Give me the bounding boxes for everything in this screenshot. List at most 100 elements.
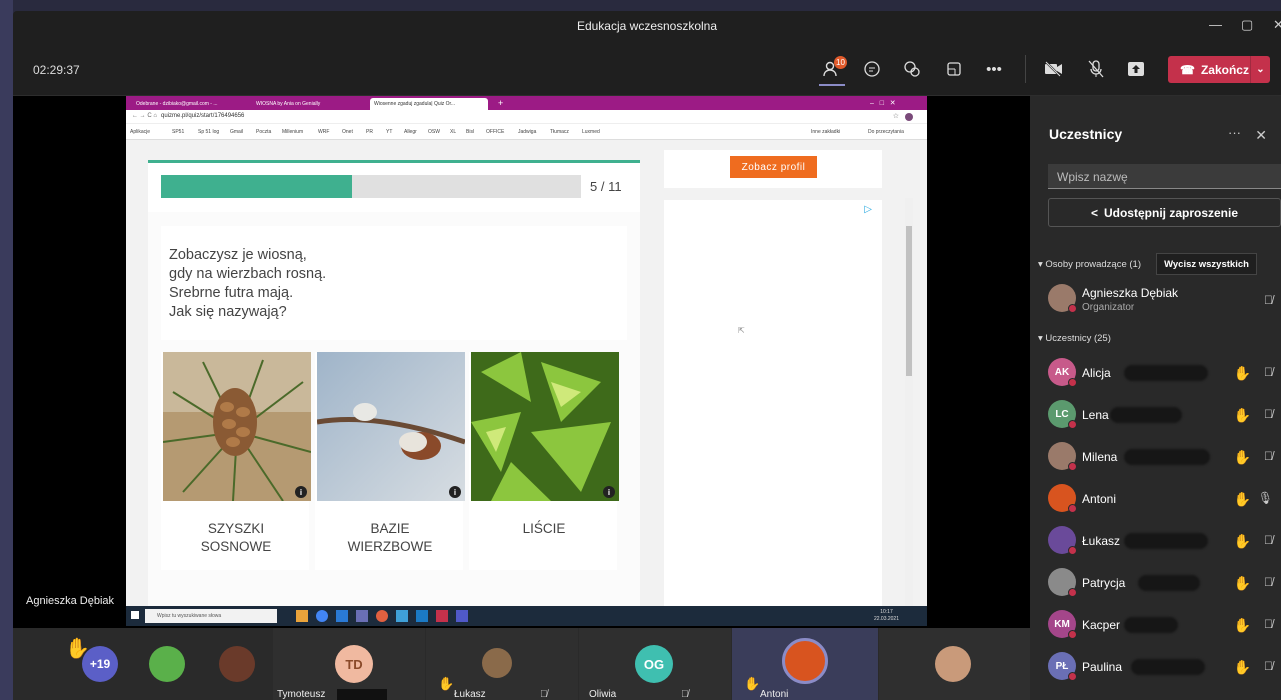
ad-choices-icon[interactable]: ▷ xyxy=(864,204,872,215)
participant-row[interactable]: Patrycja ✋ 🎙̸ xyxy=(1048,568,1281,598)
browser-tab[interactable]: Odebrane - dzibiako@gmail.com - ... xyxy=(132,98,244,110)
app-icon[interactable] xyxy=(356,610,368,622)
windows-start-icon[interactable] xyxy=(131,611,139,619)
bookmark[interactable]: SP51 xyxy=(172,129,184,135)
answer-label: BAZIE WIERZBOWE xyxy=(347,521,433,554)
outlook-icon[interactable] xyxy=(416,610,428,622)
tile-name: Łukasz xyxy=(454,689,486,700)
browser-window-controls-icon[interactable]: – □ ✕ xyxy=(866,98,900,110)
participants-button[interactable]: 10 xyxy=(821,56,847,80)
page-scrollbar[interactable] xyxy=(905,198,913,606)
bookmark[interactable]: Allegr xyxy=(404,129,417,135)
share-invite-button[interactable]: < Udostępnij zaproszenie xyxy=(1048,198,1281,227)
answer-option-1[interactable]: i SZYSZKI SOSNOWE xyxy=(161,352,312,570)
bookmark[interactable]: YT xyxy=(386,129,392,135)
browser-tab[interactable]: WIOSNA by Ania on Genially xyxy=(252,98,362,110)
video-tile[interactable] xyxy=(879,628,1030,700)
participant-row[interactable]: Łukasz ✋ 🎙̸ xyxy=(1048,526,1281,556)
answer-option-3[interactable]: i LIŚCIE xyxy=(469,352,619,570)
more-options-icon[interactable]: ··· xyxy=(1228,125,1241,140)
new-tab-icon[interactable]: + xyxy=(494,98,507,110)
question-counter: 5 / 11 xyxy=(590,179,622,194)
participant-name: Paulina xyxy=(1082,660,1123,674)
bookmark[interactable]: Gmail xyxy=(230,129,243,135)
bookmark[interactable]: Sp 51 log xyxy=(198,129,219,135)
browser-tab-active[interactable]: Wiosenne zgaduj zgadula| Quiz Or... xyxy=(370,98,488,110)
mute-all-button[interactable]: Wycisz wszystkich xyxy=(1156,253,1257,275)
chevron-down-icon[interactable]: ⌄ xyxy=(1250,56,1270,83)
minimize-icon[interactable]: — xyxy=(1209,17,1222,32)
app-icon[interactable] xyxy=(376,610,388,622)
mic-off-icon: 🎙̸ xyxy=(540,689,548,700)
participant-row[interactable]: Milena ✋ 🎙̸ xyxy=(1048,442,1281,472)
avatar: LC xyxy=(1048,400,1077,429)
bookmark[interactable]: XL xyxy=(450,129,456,135)
reactions-icon[interactable] xyxy=(901,58,923,80)
bookmark[interactable]: Aplikacje xyxy=(130,129,150,135)
participant-row[interactable]: LC Lena ✋ 🎙̸ xyxy=(1048,400,1281,430)
info-icon[interactable]: i xyxy=(449,486,461,498)
quiz-card: 5 / 11 Zobaczysz je wiosną, gdy na wierz… xyxy=(148,160,640,606)
participant-search-input[interactable]: Wpisz nazwę xyxy=(1048,164,1281,189)
attendees-section-header[interactable]: ▾ Uczestnicy (25) xyxy=(1038,333,1111,344)
app-icon[interactable] xyxy=(396,610,408,622)
share-invite-label: Udostępnij zaproszenie xyxy=(1103,205,1239,220)
rooms-icon[interactable] xyxy=(943,58,965,80)
bookmark-star-icon[interactable]: ☆ xyxy=(893,112,899,120)
participant-row[interactable]: Antoni ✋ 🎙 xyxy=(1048,484,1281,514)
bookmark[interactable]: PR xyxy=(366,129,373,135)
avatar[interactable] xyxy=(149,646,185,682)
answer-option-2[interactable]: i BAZIE WIERZBOWE xyxy=(315,352,466,570)
bookmark[interactable]: Millenium xyxy=(282,129,303,135)
presenters-section-header[interactable]: ▾ Osoby prowadzące (1) xyxy=(1038,259,1141,270)
explorer-icon[interactable] xyxy=(296,610,308,622)
app-icon[interactable] xyxy=(436,610,448,622)
app-icon[interactable] xyxy=(336,610,348,622)
share-screen-icon[interactable] xyxy=(1125,58,1147,80)
bookmark[interactable]: OSW xyxy=(428,129,440,135)
info-icon[interactable]: i xyxy=(603,486,615,498)
profile-avatar[interactable] xyxy=(905,113,913,121)
mouse-cursor-icon: ⇱ xyxy=(738,326,745,335)
bookmark[interactable]: Do przeczytania xyxy=(868,129,904,135)
bookmark[interactable]: WRF xyxy=(318,129,329,135)
bookmark[interactable]: Poczta xyxy=(256,129,271,135)
end-call-button[interactable]: ☎ Zakończ ⌄ xyxy=(1168,56,1270,83)
camera-off-icon[interactable] xyxy=(1043,58,1065,80)
teams-icon[interactable] xyxy=(456,610,468,622)
video-tile[interactable]: OG Oliwia 🎙̸ xyxy=(579,628,731,700)
maximize-icon[interactable]: ▢ xyxy=(1241,17,1253,33)
avatar: AK xyxy=(1048,358,1077,387)
participant-row[interactable]: KM Kacper ✋ 🎙̸ xyxy=(1048,610,1281,640)
divider xyxy=(1025,55,1026,83)
avatar[interactable] xyxy=(219,646,255,682)
url-field[interactable]: quizme.pl/quiz/start/176494656 xyxy=(161,113,244,119)
video-tile-active-speaker[interactable]: ✋ Antoni xyxy=(732,628,878,700)
bookmark[interactable]: Jadwiga xyxy=(518,129,536,135)
close-panel-icon[interactable]: ✕ xyxy=(1255,127,1267,144)
participant-row[interactable]: PŁ Paulina ✋ 🎙̸ xyxy=(1048,652,1281,682)
nav-arrows-icon[interactable]: ← → C ⌂ xyxy=(132,113,157,119)
close-icon[interactable]: ✕ xyxy=(1273,17,1281,33)
participant-row[interactable]: AK Alicja ✋ 🎙̸ xyxy=(1048,358,1281,388)
mic-off-icon[interactable] xyxy=(1085,58,1107,80)
more-options-icon[interactable]: ••• xyxy=(983,58,1005,80)
progress-bar xyxy=(161,175,581,198)
participants-panel: Uczestnicy ··· ✕ Wpisz nazwę < Udostępni… xyxy=(1030,96,1281,700)
bookmark[interactable]: Onet xyxy=(342,129,353,135)
info-icon[interactable]: i xyxy=(295,486,307,498)
participant-row-organizer[interactable]: Agnieszka Dębiak Organizator 🎙̸ xyxy=(1048,284,1281,314)
bookmark[interactable]: OFFICE xyxy=(486,129,504,135)
bookmark[interactable]: Bisl xyxy=(466,129,474,135)
scrollbar-thumb[interactable] xyxy=(906,226,912,376)
chrome-icon[interactable] xyxy=(316,610,328,622)
bookmark[interactable]: Tłumacz xyxy=(550,129,569,135)
taskbar-search[interactable]: Wpisz tu wyszukiwane słowa xyxy=(145,609,277,623)
chat-icon[interactable] xyxy=(861,58,883,80)
raised-hand-icon: ✋ xyxy=(65,638,90,660)
video-tile[interactable]: TD Tymoteusz xyxy=(273,628,425,700)
bookmark[interactable]: Inne zakładki xyxy=(811,129,840,135)
bookmark[interactable]: Luxmed xyxy=(582,129,600,135)
video-tile[interactable]: ✋ Łukasz 🎙̸ xyxy=(426,628,578,700)
view-profile-button[interactable]: Zobacz profil xyxy=(730,156,817,178)
